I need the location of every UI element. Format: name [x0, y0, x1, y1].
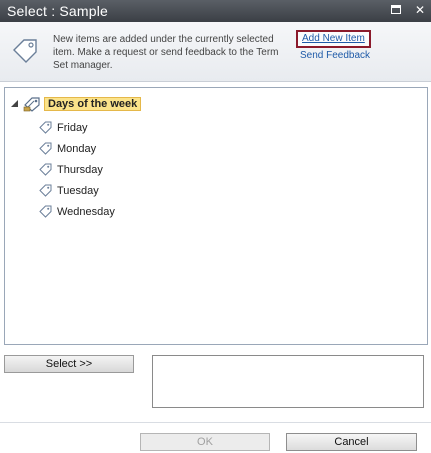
- ok-button[interactable]: OK: [140, 433, 270, 451]
- add-new-item-link[interactable]: Add New Item: [296, 30, 371, 48]
- tree-item-tuesday[interactable]: Tuesday: [39, 180, 115, 201]
- term-tag-icon: [39, 121, 52, 134]
- info-message: New items are added under the currently …: [53, 34, 279, 71]
- window-controls: ✕: [391, 3, 427, 17]
- term-tag-icon: [39, 163, 52, 176]
- window-title: Select : Sample: [7, 3, 109, 19]
- tree-item-monday[interactable]: Monday: [39, 138, 115, 159]
- info-bar: New items are added under the currently …: [0, 22, 431, 82]
- info-links: Add New Item Send Feedback: [296, 30, 371, 61]
- close-button[interactable]: ✕: [413, 3, 427, 17]
- tree-item-label: Friday: [57, 121, 88, 134]
- term-set-icon: [23, 97, 40, 112]
- tree-root-node[interactable]: Days of the week: [11, 96, 142, 112]
- maximize-button[interactable]: [391, 3, 405, 17]
- footer-divider: [0, 422, 431, 423]
- term-tree-panel[interactable]: Days of the week Friday Monday Thursday: [4, 87, 428, 345]
- tree-root-label[interactable]: Days of the week: [44, 97, 142, 111]
- maximize-icon: [391, 5, 401, 14]
- tree-item-label: Wednesday: [57, 205, 115, 218]
- tree-item-thursday[interactable]: Thursday: [39, 159, 115, 180]
- tree-item-friday[interactable]: Friday: [39, 117, 115, 138]
- selected-terms-box[interactable]: [152, 355, 424, 408]
- close-icon: ✕: [414, 3, 426, 17]
- tree-item-label: Monday: [57, 142, 97, 155]
- tree-children: Friday Monday Thursday Tuesday Wednesday: [39, 117, 115, 222]
- term-tag-icon: [39, 142, 52, 155]
- tree-item-wednesday[interactable]: Wednesday: [39, 201, 115, 222]
- title-bar: Select : Sample ✕: [0, 0, 431, 22]
- tree-item-label: Tuesday: [57, 184, 99, 197]
- cancel-button[interactable]: Cancel: [286, 433, 417, 451]
- send-feedback-link[interactable]: Send Feedback: [296, 50, 371, 61]
- term-tag-icon: [39, 184, 52, 197]
- tag-icon: [13, 39, 37, 63]
- term-tag-icon: [39, 205, 52, 218]
- select-button[interactable]: Select >>: [4, 355, 134, 373]
- tree-item-label: Thursday: [57, 163, 103, 176]
- collapse-triangle-icon[interactable]: [11, 100, 19, 108]
